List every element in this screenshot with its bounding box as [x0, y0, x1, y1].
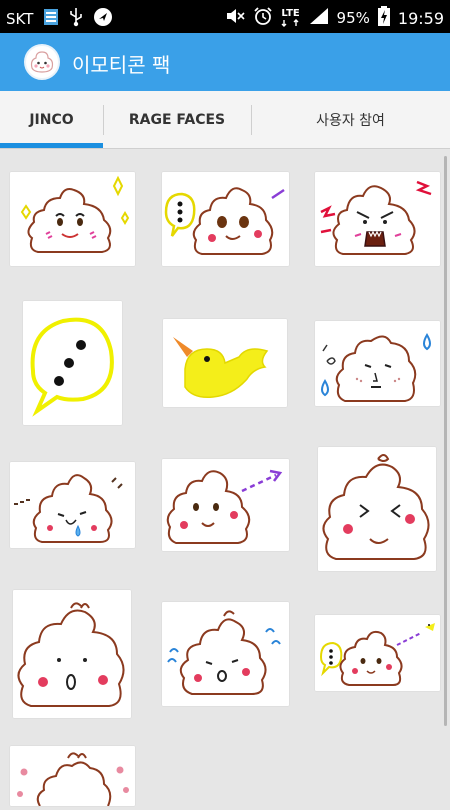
action-bar: 이모티콘 팩: [0, 33, 450, 91]
emoticon-poop-surprised[interactable]: [13, 590, 131, 718]
emoticon-poop-crying[interactable]: [10, 462, 135, 548]
emoticon-poop-squint-smile[interactable]: [318, 447, 436, 571]
emoticon-poop-arrow-glance[interactable]: [162, 459, 289, 551]
tab-jinco[interactable]: JINCO: [0, 91, 103, 149]
clock: 19:59: [397, 8, 444, 28]
sim-icon: [43, 8, 59, 30]
signal-icon: [309, 7, 329, 29]
alarm-icon: [253, 6, 273, 30]
mute-icon: [225, 7, 245, 29]
carrier-label: SKT: [6, 10, 34, 28]
usb-icon: [69, 7, 83, 31]
tab-bar: JINCO RAGE FACES 사용자 참여: [0, 91, 450, 149]
lte-icon: LTE: [281, 9, 301, 27]
network-label: LTE: [281, 8, 300, 19]
emoticon-poop-speech-bubble[interactable]: [162, 172, 289, 266]
tab-selected-indicator: [0, 143, 103, 148]
emoticon-speech-bubble-dots[interactable]: [23, 301, 122, 425]
emoticon-poop-sparkle-wink[interactable]: [10, 172, 135, 266]
emoticon-poop-bird-arrow[interactable]: [315, 615, 440, 691]
emoticon-poop-cold-shiver[interactable]: [162, 602, 289, 706]
emoticon-poop-flowers[interactable]: [10, 746, 135, 807]
app-title: 이모티콘 팩: [72, 53, 171, 77]
navigation-icon: [93, 7, 113, 31]
scrollbar[interactable]: [444, 156, 447, 726]
battery-percent: 95%: [336, 9, 370, 27]
emoticon-grid: [0, 149, 450, 807]
tab-user-participation[interactable]: 사용자 참여: [251, 91, 450, 149]
app-logo-icon[interactable]: [24, 44, 60, 80]
battery-icon: [377, 6, 390, 30]
emoticon-yellow-bird[interactable]: [163, 319, 287, 407]
status-bar: SKT LTE 95% 19:59: [0, 0, 450, 33]
tab-rage-faces[interactable]: RAGE FACES: [103, 91, 251, 149]
emoticon-poop-angry-roar[interactable]: [315, 172, 440, 266]
emoticon-poop-sweat-drops[interactable]: [315, 321, 440, 406]
